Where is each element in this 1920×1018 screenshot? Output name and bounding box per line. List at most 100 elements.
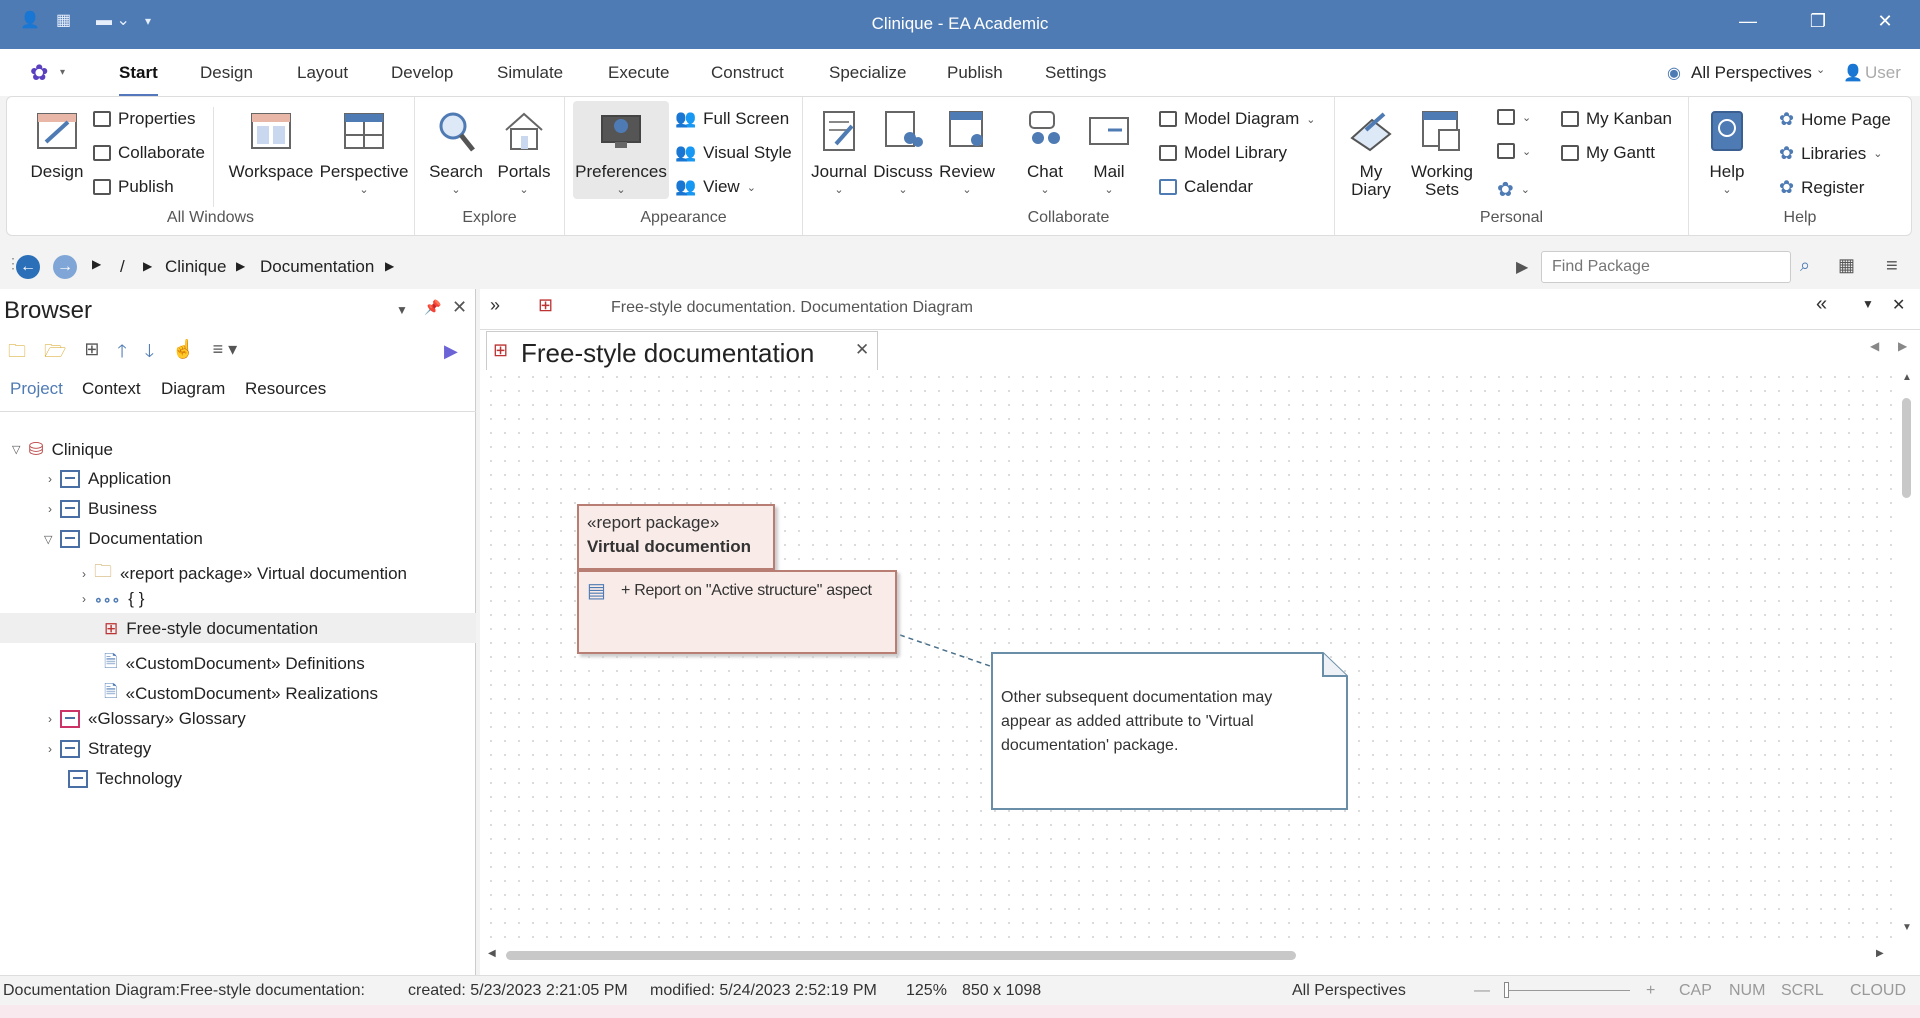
tree-item-strategy[interactable]: › Strategy	[48, 739, 151, 759]
app-menu-caret-icon[interactable]: ▾	[60, 67, 65, 78]
close-diagram-panel-icon[interactable]: ✕	[1892, 295, 1905, 315]
expand-chevron-icon[interactable]: ›	[82, 567, 86, 581]
move-up-icon[interactable]: 🡑	[117, 339, 126, 369]
tree-item-braces[interactable]: › ∘∘∘{ }	[82, 589, 144, 609]
minimize-icon[interactable]: —	[1733, 11, 1763, 32]
review-button[interactable]: Review ⌄	[935, 107, 999, 199]
perspective-button[interactable]: Perspective ⌄	[317, 107, 411, 199]
expand-chevron-icon[interactable]: ›	[48, 472, 52, 486]
find-package-input[interactable]	[1541, 251, 1791, 283]
design-button[interactable]: Design	[17, 107, 97, 181]
tab-start[interactable]: Start	[119, 63, 158, 97]
tree-item-business[interactable]: › Business	[48, 499, 157, 519]
app-menu-icon[interactable]: ✿	[30, 60, 48, 86]
horizontal-scrollbar[interactable]: ◀ ▶	[484, 942, 1894, 968]
expand-chevron-icon[interactable]: ›	[48, 742, 52, 756]
personal-globe-button[interactable]: ✿ ⌄	[1497, 177, 1530, 202]
breadcrumb-clinique[interactable]: Clinique	[165, 257, 226, 277]
workspace-button[interactable]: Workspace	[223, 107, 319, 181]
expand-search-icon[interactable]: ▶	[1516, 257, 1528, 277]
breadcrumb-documentation[interactable]: Documentation	[260, 257, 374, 277]
scroll-up-icon[interactable]: ▲	[1902, 372, 1912, 383]
tree-item-glossary[interactable]: › «Glossary» Glossary	[48, 709, 246, 729]
expand-chevron-icon[interactable]: ›	[48, 502, 52, 516]
browser-tab-diagram[interactable]: Diagram	[161, 379, 225, 399]
restore-icon[interactable]: ❐	[1803, 11, 1833, 32]
libraries-button[interactable]: ✿ Libraries ⌄	[1779, 143, 1883, 164]
tree-item-free-style-documentation[interactable]: ⊞ Free-style documentation	[104, 619, 318, 639]
close-tab-icon[interactable]: ✕	[855, 340, 869, 360]
zoom-slider[interactable]	[1504, 990, 1630, 991]
diagram-canvas[interactable]: «report package» Virtual documention ▤ +…	[484, 370, 1894, 942]
browser-tab-resources[interactable]: Resources	[245, 379, 326, 399]
touch-select-icon[interactable]: ☝	[172, 339, 194, 369]
browser-dropdown-icon[interactable]: ▼	[396, 303, 408, 317]
search-button[interactable]: Search ⌄	[421, 107, 491, 199]
tab-specialize[interactable]: Specialize	[829, 63, 907, 83]
forward-icon[interactable]: →	[53, 255, 77, 279]
tree-item-documentation[interactable]: ▽ Documentation	[44, 529, 203, 549]
close-window-icon[interactable]: ✕	[1870, 11, 1900, 32]
tab-construct[interactable]: Construct	[711, 63, 784, 83]
scroll-left-icon[interactable]: ◀	[488, 948, 496, 959]
new-folder-icon[interactable]: 🗁	[44, 339, 66, 369]
tree-item-realizations[interactable]: 🗎 «CustomDocument» Realizations	[104, 679, 378, 708]
find-search-icon[interactable]: ⌕	[1800, 255, 1810, 276]
tab-simulate[interactable]: Simulate	[497, 63, 563, 83]
user-menu[interactable]: User	[1865, 63, 1901, 83]
new-package-icon[interactable]: 🗀	[8, 339, 26, 369]
expand-chevron-icon[interactable]: ›	[82, 592, 86, 606]
tab-publish[interactable]: Publish	[947, 63, 1003, 83]
vertical-scroll-thumb[interactable]	[1902, 398, 1911, 498]
discuss-button[interactable]: Discuss ⌄	[871, 107, 935, 199]
note-element[interactable]: Other subsequent documentation may appea…	[991, 652, 1348, 810]
my-diary-button[interactable]: My Diary	[1339, 107, 1403, 199]
scroll-tabs-left-icon[interactable]: ◀	[1870, 339, 1879, 353]
view-button[interactable]: 👥 View ⌄	[675, 177, 756, 197]
preferences-button[interactable]: Preferences ⌄	[573, 101, 669, 199]
register-button[interactable]: ✿ Register	[1779, 177, 1864, 198]
tree-item-technology[interactable]: Technology	[68, 769, 182, 789]
back-icon[interactable]: ←	[16, 255, 40, 279]
close-browser-icon[interactable]: ✕	[452, 297, 467, 318]
perspectives-chevron-down-icon[interactable]: ⌄	[1816, 63, 1825, 76]
collapse-left-icon[interactable]: «	[1816, 293, 1827, 316]
package-header[interactable]: «report package» Virtual documention	[577, 504, 775, 570]
chat-button[interactable]: Chat ⌄	[1015, 107, 1075, 199]
tab-settings[interactable]: Settings	[1045, 63, 1106, 83]
vertical-scrollbar[interactable]: ▲ ▼	[1894, 370, 1920, 942]
horizontal-scroll-thumb[interactable]	[506, 951, 1296, 960]
journal-button[interactable]: Journal ⌄	[807, 107, 871, 199]
calendar-button[interactable]: Calendar	[1159, 177, 1253, 197]
collapse-triangle-icon[interactable]: ▽	[12, 443, 20, 456]
tree-item-clinique[interactable]: ▽ ⛁ Clinique	[12, 439, 113, 460]
pin-icon[interactable]: 📌	[424, 299, 441, 316]
personal-window-button-1[interactable]: ⌄	[1497, 109, 1531, 125]
grid-options-icon[interactable]: ▦	[1838, 255, 1855, 276]
portals-button[interactable]: Portals ⌄	[489, 107, 559, 199]
tab-develop[interactable]: Develop	[391, 63, 453, 83]
tab-design[interactable]: Design	[200, 63, 253, 83]
tab-free-style-documentation[interactable]: ⊞ Free-style documentation ✕	[486, 331, 878, 371]
hamburger-menu-icon[interactable]: ≡	[1886, 255, 1898, 278]
help-button[interactable]: Help ⌄	[1695, 107, 1759, 199]
collapse-triangle-icon[interactable]: ▽	[44, 533, 52, 546]
expand-chevron-icon[interactable]: ›	[48, 712, 52, 726]
browser-tab-context[interactable]: Context	[82, 379, 141, 399]
model-diagram-button[interactable]: Model Diagram ⌄	[1159, 109, 1315, 129]
tree-item-application[interactable]: › Application	[48, 469, 171, 489]
zoom-in-button[interactable]: +	[1646, 982, 1655, 1000]
tab-layout[interactable]: Layout	[297, 63, 348, 83]
status-perspectives[interactable]: All Perspectives	[1292, 982, 1406, 1000]
scroll-tabs-right-icon[interactable]: ▶	[1898, 339, 1907, 353]
properties-button[interactable]: Properties	[93, 109, 195, 129]
visual-style-button[interactable]: 👥 Visual Style	[675, 143, 792, 163]
diagram-dropdown-icon[interactable]: ▼	[1862, 297, 1874, 311]
personal-window-button-2[interactable]: ⌄	[1497, 143, 1531, 159]
breadcrumb-root[interactable]: /	[120, 257, 125, 277]
browser-expand-icon[interactable]: ▶	[444, 341, 458, 362]
scroll-down-icon[interactable]: ▼	[1902, 922, 1912, 933]
new-diagram-icon[interactable]: ⊞	[84, 339, 99, 369]
browser-menu-icon[interactable]: ≡ ▾	[213, 339, 238, 369]
move-down-icon[interactable]: 🡓	[145, 339, 154, 369]
